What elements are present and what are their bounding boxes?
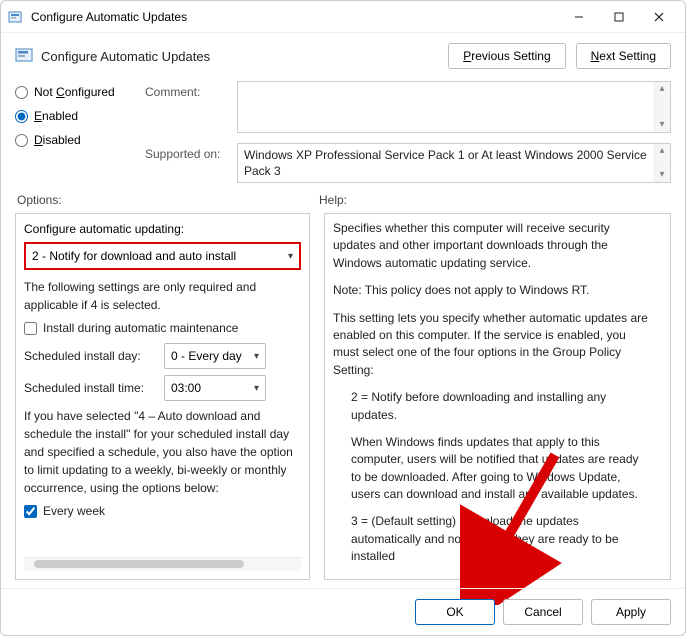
scroll-up-icon: ▴ [657,84,667,94]
titlebar: Configure Automatic Updates [1,1,685,33]
policy-icon [15,47,33,65]
scrollbar-thumb[interactable] [34,560,244,568]
page-title: Configure Automatic Updates [41,49,440,64]
help-panel: Specifies whether this computer will rec… [324,213,671,580]
chevron-down-icon: ▾ [288,249,293,264]
configure-dropdown[interactable]: 2 - Notify for download and auto install… [24,242,301,270]
cancel-button[interactable]: Cancel [503,599,583,625]
install-time-combo[interactable]: 03:00 ▾ [164,375,266,401]
section-labels: Options: Help: [1,183,685,213]
header-row: Configure Automatic Updates Previous Set… [1,33,685,75]
window-controls [559,3,679,31]
comment-block: Comment: ▴ ▾ Supported on: Windows XP Pr… [145,81,671,183]
previous-setting-button[interactable]: Previous Setting [448,43,565,69]
comment-textbox[interactable]: ▴ ▾ [237,81,671,133]
configure-label: Configure automatic updating: [24,220,301,238]
supported-on-text: Windows XP Professional Service Pack 1 o… [237,143,671,183]
help-label: Help: [319,193,347,207]
state-radio-group: Not Configured Enabled Disabled [15,81,145,183]
config-area: Not Configured Enabled Disabled Comment:… [1,75,685,183]
maximize-button[interactable] [599,3,639,31]
scroll-down-icon: ▾ [657,120,667,130]
chevron-down-icon: ▾ [254,381,259,396]
app-icon [7,9,23,25]
radio-enabled[interactable]: Enabled [15,109,145,123]
following-text: The following settings are only required… [24,278,301,314]
radio-not-configured[interactable]: Not Configured [15,85,145,99]
install-time-label: Scheduled install time: [24,379,152,397]
scroll-up-icon: ▴ [657,146,667,156]
ok-button[interactable]: OK [415,599,495,625]
options-h-scrollbar[interactable] [24,557,301,571]
chevron-down-icon: ▾ [254,349,259,364]
panels: Configure automatic updating: 2 - Notify… [1,213,685,588]
options-panel: Configure automatic updating: 2 - Notify… [15,213,310,580]
footer: OK Cancel Apply [1,588,685,635]
radio-disabled[interactable]: Disabled [15,133,145,147]
install-day-label: Scheduled install day: [24,347,152,365]
minimize-button[interactable] [559,3,599,31]
next-setting-button[interactable]: Next Setting [576,43,671,69]
every-week-checkbox[interactable]: Every week [24,502,301,520]
apply-button[interactable]: Apply [591,599,671,625]
install-day-combo[interactable]: 0 - Every day ▾ [164,343,266,369]
help-text: Specifies whether this computer will rec… [333,220,662,580]
close-button[interactable] [639,3,679,31]
supported-on-label: Supported on: [145,143,223,161]
options-label: Options: [17,193,297,207]
install-maintenance-checkbox[interactable]: Install during automatic maintenance [24,319,301,337]
comment-scrollbar[interactable]: ▴ ▾ [654,82,670,132]
scroll-down-icon: ▾ [657,170,667,180]
comment-label: Comment: [145,81,223,99]
selected-text: If you have selected "4 – Auto download … [24,407,301,497]
window-title: Configure Automatic Updates [31,10,559,24]
supported-scrollbar[interactable]: ▴ ▾ [654,144,670,182]
